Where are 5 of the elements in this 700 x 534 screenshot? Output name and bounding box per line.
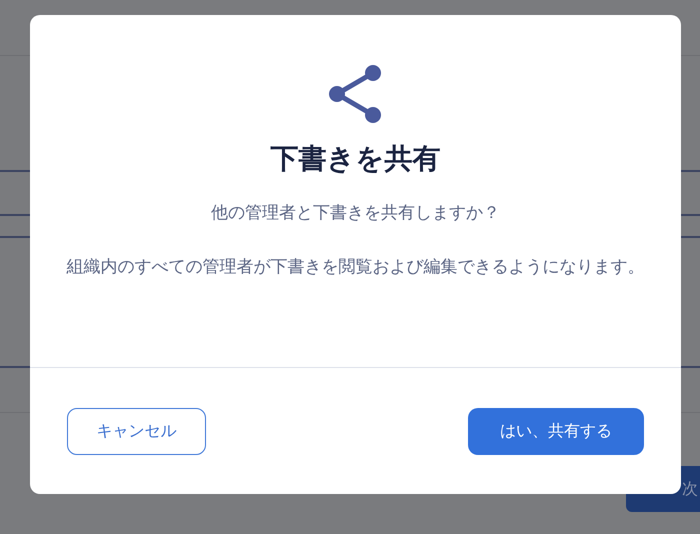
dialog-question: 他の管理者と下書きを共有しますか？ [211, 202, 500, 225]
dialog-title: 下書きを共有 [270, 145, 440, 173]
dialog-description: 組織内のすべての管理者が下書きを閲覧および編集できるようになります。 [66, 256, 646, 278]
confirm-button[interactable]: はい、共有する [468, 408, 644, 454]
cancel-button[interactable]: キャンセル [67, 408, 206, 454]
